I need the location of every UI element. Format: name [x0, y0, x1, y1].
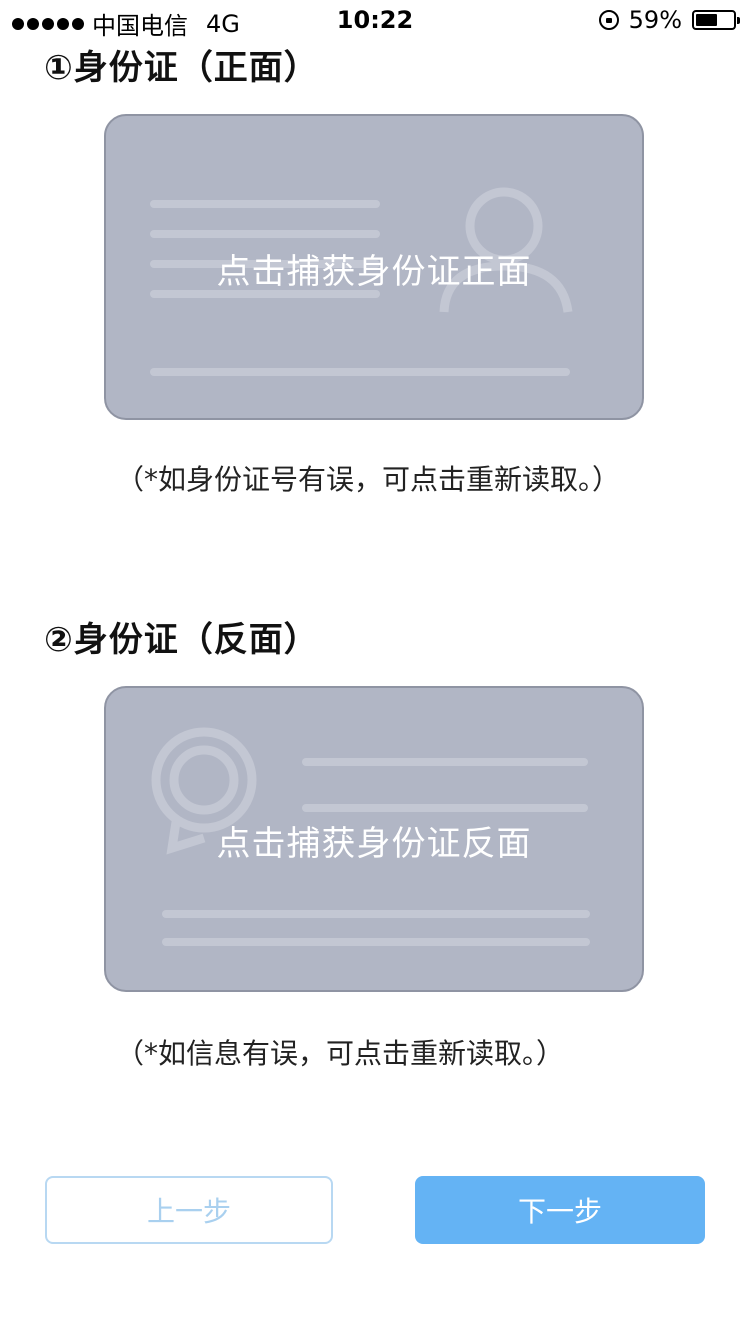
capture-back-card[interactable]: 点击捕获身份证反面 [104, 686, 644, 992]
front-card-label: 点击捕获身份证正面 [216, 252, 532, 292]
front-note: （*如身份证号有误，可点击重新读取。） [116, 463, 621, 496]
status-bar-right: 59% [598, 6, 740, 34]
next-step-button[interactable]: 下一步 [415, 1176, 705, 1244]
back-note: （*如信息有误，可点击重新读取。） [116, 1037, 565, 1070]
previous-step-button[interactable]: 上一步 [45, 1176, 333, 1244]
id-capture-page: 中国电信 4G 10:22 59% ①身份证（正面） 点击捕获身份证正面 （*如… [0, 0, 750, 1334]
battery-percent: 59% [628, 6, 682, 34]
front-section-title: ①身份证（正面） [44, 48, 319, 88]
back-card-label: 点击捕获身份证反面 [216, 824, 532, 864]
capture-front-card[interactable]: 点击捕获身份证正面 [104, 114, 644, 420]
back-section-title: ②身份证（反面） [44, 620, 319, 660]
battery-icon [692, 10, 740, 30]
status-bar: 中国电信 4G 10:22 59% [0, 0, 750, 40]
battery-fill [696, 14, 717, 26]
rotation-lock-icon [598, 10, 619, 30]
